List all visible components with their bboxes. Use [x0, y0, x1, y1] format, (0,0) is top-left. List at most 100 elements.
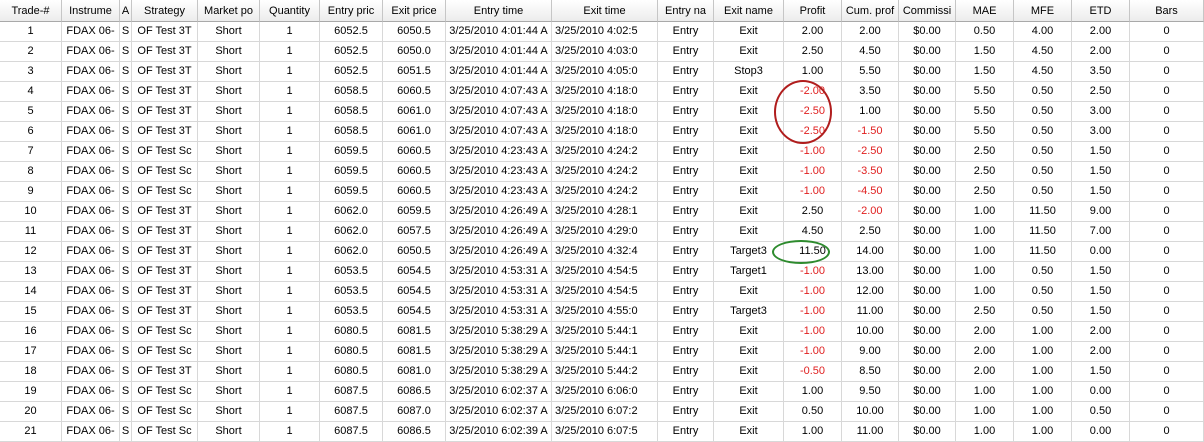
col-header-account[interactable]: A	[120, 0, 132, 22]
cell-quantity: 1	[260, 162, 320, 182]
cell-cum-profit: -1.50	[842, 122, 899, 142]
table-row[interactable]: 7 FDAX 06- S OF Test Sc Short 1 6059.5 6060.5 3/…	[0, 142, 1204, 162]
cell-entry-time: 3/25/2010 4:01:44 A	[446, 42, 552, 62]
table-row[interactable]: 10 FDAX 06- S OF Test 3T Short 1 6062.0 6059.5 3…	[0, 202, 1204, 222]
cell-trade-num: 1	[0, 22, 62, 42]
cell-trade-num: 4	[0, 82, 62, 102]
cell-entry-price: 6053.5	[320, 282, 383, 302]
cell-strategy: OF Test 3T	[132, 282, 198, 302]
table-row[interactable]: 19 FDAX 06- S OF Test Sc Short 1 6087.5 6086.5 3…	[0, 382, 1204, 402]
table-row[interactable]: 9 FDAX 06- S OF Test Sc Short 1 6059.5 6060.5 3/…	[0, 182, 1204, 202]
cell-cum-profit: 2.50	[842, 222, 899, 242]
trades-grid[interactable]: Trade-# Instrume A Strategy Market po Quantit…	[0, 0, 1204, 442]
table-row[interactable]: 14 FDAX 06- S OF Test 3T Short 1 6053.5 6054.5 3…	[0, 282, 1204, 302]
cell-market-pos: Short	[198, 182, 260, 202]
cell-market-pos: Short	[198, 282, 260, 302]
cell-entry-name: Entry	[658, 82, 714, 102]
cell-quantity: 1	[260, 142, 320, 162]
table-row[interactable]: 17 FDAX 06- S OF Test Sc Short 1 6080.5 6081.5 3…	[0, 342, 1204, 362]
cell-quantity: 1	[260, 382, 320, 402]
table-row[interactable]: 1 FDAX 06- S OF Test 3T Short 1 6052.5 6050.5 3/…	[0, 22, 1204, 42]
col-header-exit-price[interactable]: Exit price	[383, 0, 446, 22]
col-header-quantity[interactable]: Quantity	[260, 0, 320, 22]
table-row[interactable]: 16 FDAX 06- S OF Test Sc Short 1 6080.5 6081.5 3…	[0, 322, 1204, 342]
cell-strategy: OF Test 3T	[132, 122, 198, 142]
cell-mfe: 4.50	[1014, 42, 1072, 62]
table-row[interactable]: 8 FDAX 06- S OF Test Sc Short 1 6059.5 6060.5 3/…	[0, 162, 1204, 182]
table-row[interactable]: 18 FDAX 06- S OF Test 3T Short 1 6080.5 6081.0 3…	[0, 362, 1204, 382]
cell-commission: $0.00	[899, 422, 956, 442]
table-row[interactable]: 21 FDAX 06- S OF Test Sc Short 1 6087.5 6086.5 3…	[0, 422, 1204, 442]
table-row[interactable]: 12 FDAX 06- S OF Test 3T Short 1 6062.0 6050.5 3…	[0, 242, 1204, 262]
cell-mfe: 0.50	[1014, 302, 1072, 322]
cell-mae: 5.50	[956, 82, 1014, 102]
cell-mfe: 0.50	[1014, 162, 1072, 182]
cell-account: S	[120, 362, 132, 382]
cell-trade-num: 10	[0, 202, 62, 222]
cell-exit-price: 6086.5	[383, 422, 446, 442]
cell-exit-name: Exit	[714, 382, 784, 402]
cell-commission: $0.00	[899, 222, 956, 242]
cell-cum-profit: -3.50	[842, 162, 899, 182]
cell-profit: 2.50	[784, 42, 842, 62]
col-header-trade-num[interactable]: Trade-#	[0, 0, 62, 22]
table-row[interactable]: 5 FDAX 06- S OF Test 3T Short 1 6058.5 6061.0 3/…	[0, 102, 1204, 122]
cell-entry-price: 6058.5	[320, 82, 383, 102]
cell-etd: 1.50	[1072, 162, 1130, 182]
table-row[interactable]: 15 FDAX 06- S OF Test 3T Short 1 6053.5 6054.5 3…	[0, 302, 1204, 322]
cell-instrument: FDAX 06-	[62, 162, 120, 182]
cell-entry-name: Entry	[658, 22, 714, 42]
cell-mfe: 0.50	[1014, 122, 1072, 142]
cell-strategy: OF Test Sc	[132, 342, 198, 362]
cell-entry-time: 3/25/2010 6:02:37 A	[446, 382, 552, 402]
cell-cum-profit: 9.00	[842, 342, 899, 362]
col-header-market-pos[interactable]: Market po	[198, 0, 260, 22]
table-row[interactable]: 3 FDAX 06- S OF Test 3T Short 1 6052.5 6051.5 3/…	[0, 62, 1204, 82]
col-header-commission[interactable]: Commissi	[899, 0, 956, 22]
cell-mfe: 0.50	[1014, 102, 1072, 122]
cell-trade-num: 15	[0, 302, 62, 322]
cell-trade-num: 20	[0, 402, 62, 422]
col-header-strategy[interactable]: Strategy	[132, 0, 198, 22]
col-header-profit[interactable]: Profit	[784, 0, 842, 22]
cell-exit-price: 6050.5	[383, 242, 446, 262]
col-header-exit-time[interactable]: Exit time	[552, 0, 658, 22]
table-row[interactable]: 13 FDAX 06- S OF Test 3T Short 1 6053.5 6054.5 3…	[0, 262, 1204, 282]
cell-strategy: OF Test 3T	[132, 242, 198, 262]
table-row[interactable]: 20 FDAX 06- S OF Test Sc Short 1 6087.5 6087.0 3…	[0, 402, 1204, 422]
col-header-instrument[interactable]: Instrume	[62, 0, 120, 22]
cell-market-pos: Short	[198, 302, 260, 322]
col-header-entry-price[interactable]: Entry pric	[320, 0, 383, 22]
col-header-cum-profit[interactable]: Cum. prof	[842, 0, 899, 22]
cell-entry-price: 6058.5	[320, 122, 383, 142]
cell-etd: 9.00	[1072, 202, 1130, 222]
col-header-bars[interactable]: Bars	[1130, 0, 1204, 22]
cell-exit-price: 6051.5	[383, 62, 446, 82]
cell-mfe: 1.00	[1014, 422, 1072, 442]
cell-quantity: 1	[260, 62, 320, 82]
col-header-entry-time[interactable]: Entry time	[446, 0, 552, 22]
cell-profit: -2.50	[784, 122, 842, 142]
table-row[interactable]: 6 FDAX 06- S OF Test 3T Short 1 6058.5 6061.0 3/…	[0, 122, 1204, 142]
cell-commission: $0.00	[899, 182, 956, 202]
cell-trade-num: 3	[0, 62, 62, 82]
cell-profit: -2.50	[784, 102, 842, 122]
table-row[interactable]: 11 FDAX 06- S OF Test 3T Short 1 6062.0 6057.5 3…	[0, 222, 1204, 242]
cell-entry-price: 6053.5	[320, 262, 383, 282]
cell-entry-time: 3/25/2010 6:02:37 A	[446, 402, 552, 422]
cell-cum-profit: 13.00	[842, 262, 899, 282]
col-header-exit-name[interactable]: Exit name	[714, 0, 784, 22]
cell-exit-price: 6050.5	[383, 22, 446, 42]
col-header-entry-name[interactable]: Entry na	[658, 0, 714, 22]
col-header-mae[interactable]: MAE	[956, 0, 1014, 22]
cell-mae: 1.00	[956, 262, 1014, 282]
table-row[interactable]: 4 FDAX 06- S OF Test 3T Short 1 6058.5 6060.5 3/…	[0, 82, 1204, 102]
cell-cum-profit: 9.50	[842, 382, 899, 402]
col-header-mfe[interactable]: MFE	[1014, 0, 1072, 22]
cell-entry-name: Entry	[658, 102, 714, 122]
cell-bars: 0	[1130, 62, 1204, 82]
cell-commission: $0.00	[899, 102, 956, 122]
col-header-etd[interactable]: ETD	[1072, 0, 1130, 22]
table-row[interactable]: 2 FDAX 06- S OF Test 3T Short 1 6052.5 6050.0 3/…	[0, 42, 1204, 62]
cell-bars: 0	[1130, 322, 1204, 342]
